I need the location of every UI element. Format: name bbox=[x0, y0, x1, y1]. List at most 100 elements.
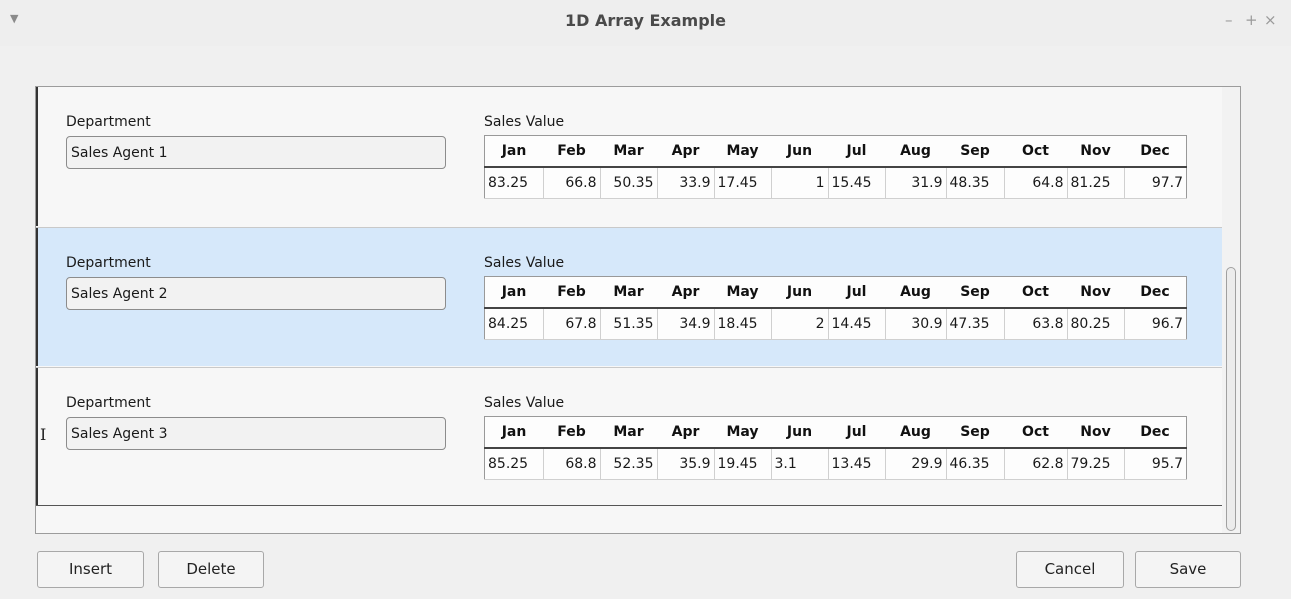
window-title: 1D Array Example bbox=[565, 11, 726, 30]
month-header: Nov bbox=[1067, 416, 1124, 449]
sales-value-cell[interactable]: 50.35 bbox=[600, 167, 658, 199]
sales-value-cell[interactable]: 34.9 bbox=[657, 308, 715, 340]
sales-value-cell[interactable]: 29.9 bbox=[885, 448, 947, 480]
delete-button[interactable]: Delete bbox=[158, 551, 264, 588]
sales-value-cell[interactable]: 31.9 bbox=[885, 167, 947, 199]
ibeam-cursor-icon: I bbox=[40, 425, 47, 444]
month-header: Sep bbox=[946, 416, 1004, 449]
sales-value-cell[interactable]: 51.35 bbox=[600, 308, 658, 340]
month-header: Oct bbox=[1004, 135, 1067, 168]
sales-value-cell[interactable]: 33.9 bbox=[657, 167, 715, 199]
month-header: Feb bbox=[543, 135, 600, 168]
sales-value-cell[interactable]: 63.8 bbox=[1004, 308, 1068, 340]
list-item[interactable]: Department Sales Value JanFebMarAprMayJunJ… bbox=[36, 367, 1222, 506]
row-gutter bbox=[36, 228, 38, 366]
month-header: Mar bbox=[600, 416, 657, 449]
month-header: Jan bbox=[484, 416, 543, 449]
month-header: Feb bbox=[543, 276, 600, 309]
save-button[interactable]: Save bbox=[1135, 551, 1241, 588]
sales-value-cell[interactable]: 80.25 bbox=[1067, 308, 1125, 340]
sales-value-cell[interactable]: 96.7 bbox=[1124, 308, 1187, 340]
month-header: May bbox=[714, 416, 771, 449]
month-header: Sep bbox=[946, 276, 1004, 309]
sales-value-cell[interactable]: 79.25 bbox=[1067, 448, 1125, 480]
month-header: Apr bbox=[657, 135, 714, 168]
sales-value-cell[interactable]: 17.45 bbox=[714, 167, 772, 199]
list-item[interactable]: Department Sales Value JanFebMarAprMayJunJ… bbox=[36, 87, 1222, 226]
sales-value-cell[interactable]: 84.25 bbox=[484, 308, 544, 340]
sales-value-cell[interactable]: 85.25 bbox=[484, 448, 544, 480]
month-header: Jan bbox=[484, 135, 543, 168]
sales-value-cell[interactable]: 3.1 bbox=[771, 448, 829, 480]
sales-value-table[interactable]: Jan Feb Mar Apr May Jun Jul Aug Sep Oct Nov Dec 84.2… bbox=[484, 276, 1187, 340]
sales-value-cell[interactable]: 47.35 bbox=[946, 308, 1005, 340]
sales-value-cell[interactable]: 15.45 bbox=[828, 167, 886, 199]
sales-value-cell[interactable]: 68.8 bbox=[543, 448, 601, 480]
sales-value-table[interactable]: Jan Feb Mar Apr May Jun Jul Aug Sep Oct Nov Dec 83.2… bbox=[484, 135, 1187, 199]
month-header: Aug bbox=[885, 416, 946, 449]
sales-value-label: Sales Value bbox=[484, 255, 565, 271]
month-header: Aug bbox=[885, 135, 946, 168]
maximize-icon[interactable]: + bbox=[1245, 11, 1258, 29]
sales-value-cell[interactable]: 19.45 bbox=[714, 448, 772, 480]
month-header: Jan bbox=[484, 276, 543, 309]
sales-value-cell[interactable]: 95.7 bbox=[1124, 448, 1187, 480]
sales-value-cell[interactable]: 46.35 bbox=[946, 448, 1005, 480]
sales-value-label: Sales Value bbox=[484, 114, 565, 130]
sales-value-cell[interactable]: 81.25 bbox=[1067, 167, 1125, 199]
sales-value-cell[interactable]: 48.35 bbox=[946, 167, 1005, 199]
sales-value-cell[interactable]: 83.25 bbox=[484, 167, 544, 199]
month-header: Jul bbox=[828, 276, 885, 309]
month-header: Nov bbox=[1067, 276, 1124, 309]
month-header: Jul bbox=[828, 135, 885, 168]
month-header: Jun bbox=[771, 276, 828, 309]
department-input[interactable] bbox=[66, 417, 446, 450]
cancel-button[interactable]: Cancel bbox=[1016, 551, 1124, 588]
sales-value-cell[interactable]: 30.9 bbox=[885, 308, 947, 340]
title-bar: ▼ 1D Array Example – + × bbox=[0, 0, 1291, 46]
sales-value-cell[interactable]: 35.9 bbox=[657, 448, 715, 480]
month-header: Dec bbox=[1124, 276, 1187, 309]
month-header: Jun bbox=[771, 135, 828, 168]
list-item[interactable]: Department Sales Value JanFebMarAprMayJunJ… bbox=[36, 227, 1222, 366]
month-header: Nov bbox=[1067, 135, 1124, 168]
sales-value-cell[interactable]: 66.8 bbox=[543, 167, 601, 199]
month-header: Mar bbox=[600, 135, 657, 168]
month-header: Feb bbox=[543, 416, 600, 449]
sales-value-cell[interactable]: 13.45 bbox=[828, 448, 886, 480]
sales-value-cell[interactable]: 62.8 bbox=[1004, 448, 1068, 480]
row-gutter bbox=[36, 87, 38, 226]
insert-button[interactable]: Insert bbox=[37, 551, 144, 588]
month-header: Jul bbox=[828, 416, 885, 449]
scrollbar-thumb[interactable] bbox=[1226, 267, 1236, 531]
sales-value-cell[interactable]: 1 bbox=[771, 167, 829, 199]
sales-value-cell[interactable]: 2 bbox=[771, 308, 829, 340]
month-header: Jun bbox=[771, 416, 828, 449]
agent-list[interactable]: DepartmentSales ValueJanFebMarAprMayJunJ… bbox=[35, 86, 1241, 534]
vertical-scrollbar[interactable] bbox=[1222, 87, 1240, 533]
sales-value-cell[interactable]: 52.35 bbox=[600, 448, 658, 480]
month-header: Aug bbox=[885, 276, 946, 309]
department-input[interactable] bbox=[66, 136, 446, 169]
month-header: Oct bbox=[1004, 416, 1067, 449]
close-icon[interactable]: × bbox=[1264, 11, 1277, 29]
month-header: Apr bbox=[657, 416, 714, 449]
month-header: Apr bbox=[657, 276, 714, 309]
department-input[interactable] bbox=[66, 277, 446, 310]
sales-value-cell[interactable]: 18.45 bbox=[714, 308, 772, 340]
sales-value-cell[interactable]: 97.7 bbox=[1124, 167, 1187, 199]
month-header: Sep bbox=[946, 135, 1004, 168]
month-header: Mar bbox=[600, 276, 657, 309]
month-header: May bbox=[714, 135, 771, 168]
row-gutter bbox=[36, 368, 38, 505]
sales-value-cell[interactable]: 64.8 bbox=[1004, 167, 1068, 199]
sales-value-cell[interactable]: 14.45 bbox=[828, 308, 886, 340]
month-header: Dec bbox=[1124, 135, 1187, 168]
sales-value-table[interactable]: Jan Feb Mar Apr May Jun Jul Aug Sep Oct Nov Dec 85.2… bbox=[484, 416, 1187, 480]
sales-value-cell[interactable]: 67.8 bbox=[543, 308, 601, 340]
month-header: Dec bbox=[1124, 416, 1187, 449]
department-label: Department bbox=[66, 255, 151, 271]
department-label: Department bbox=[66, 395, 151, 411]
minimize-icon[interactable]: – bbox=[1225, 11, 1233, 29]
department-label: Department bbox=[66, 114, 151, 130]
